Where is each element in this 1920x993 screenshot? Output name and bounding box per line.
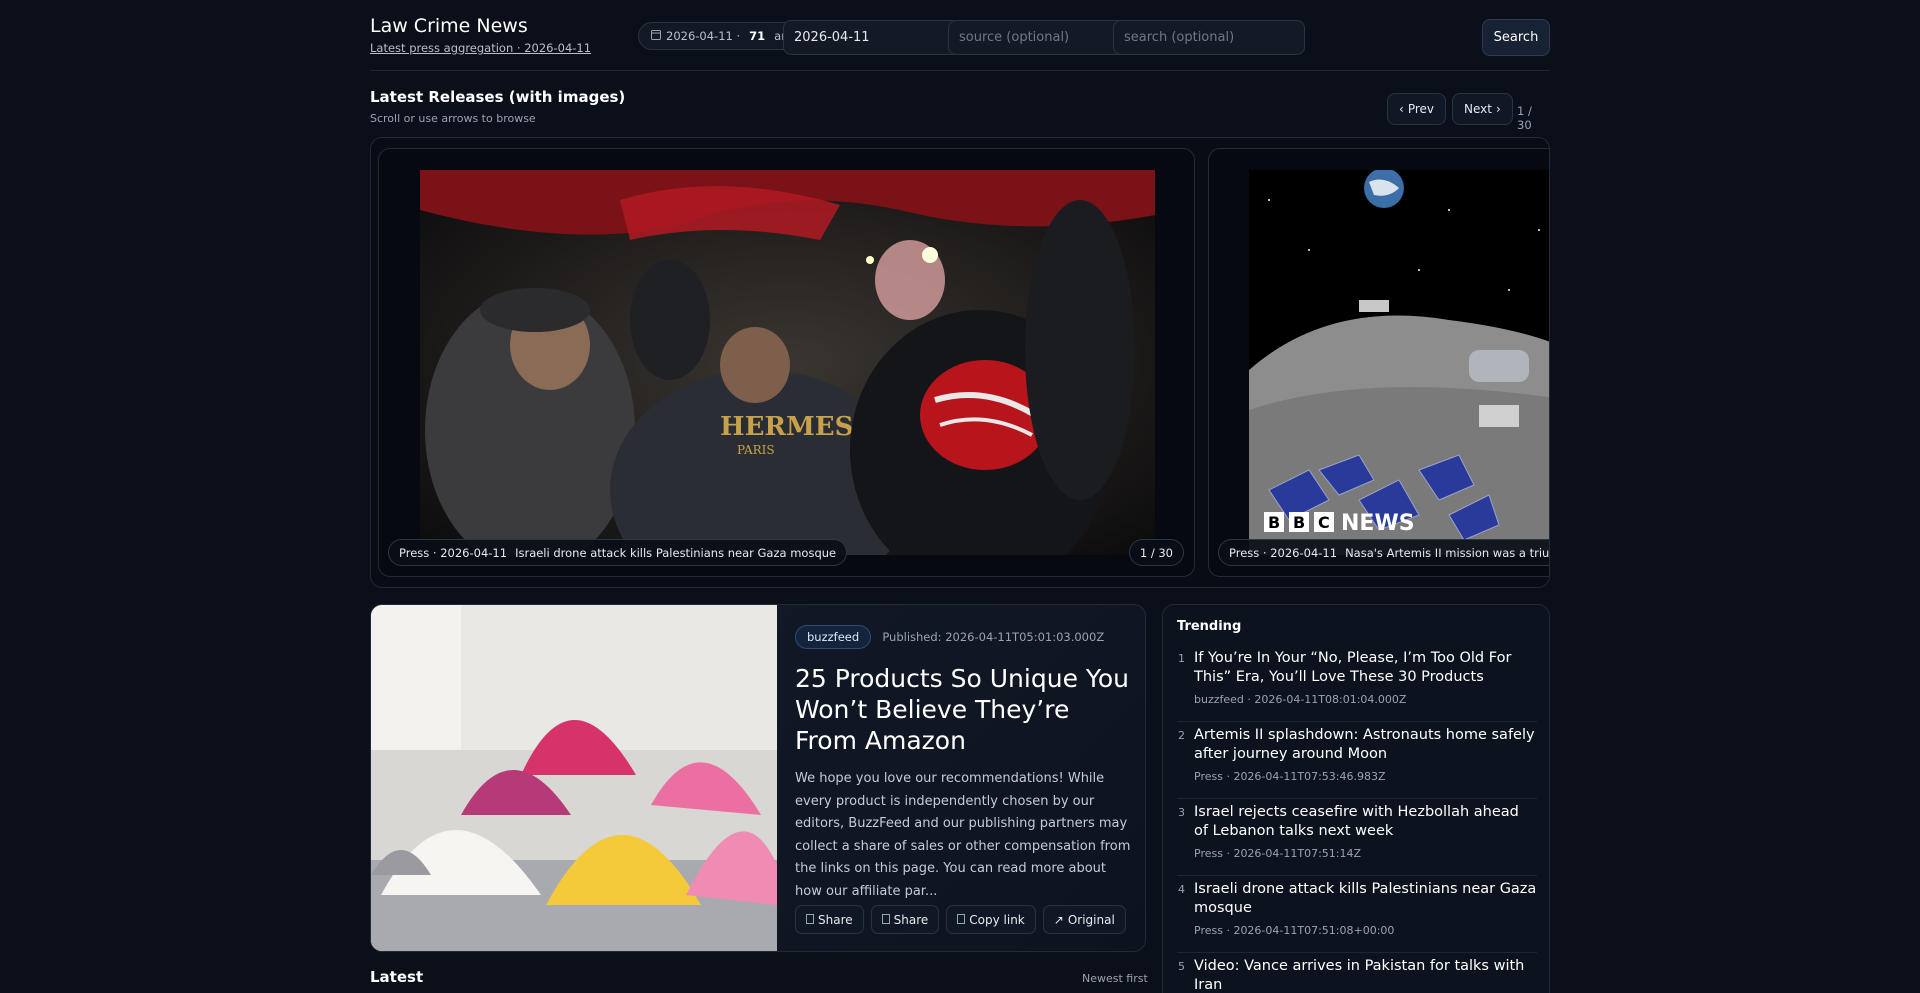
trending-item-meta: Press · 2026-04-11T07:51:08+00:00 <box>1194 924 1395 937</box>
featured-actions: Share Share Copy link ↗ Original <box>795 905 1126 934</box>
trending-item-meta: buzzfeed · 2026-04-11T08:01:04.000Z <box>1194 693 1407 706</box>
trending-item[interactable]: 1 If You’re In Your “No, Please, I’m Too… <box>1177 645 1537 722</box>
header: Law Crime News Latest press aggregation … <box>370 0 1550 71</box>
latest-sort-label[interactable]: Newest first <box>1082 972 1148 985</box>
trending-rank: 1 <box>1178 652 1185 665</box>
prev-button[interactable]: ‹ Prev <box>1387 93 1446 125</box>
trending-item-title[interactable]: Artemis II splashdown: Astronauts home s… <box>1194 726 1537 764</box>
featured-description: We hope you love our recommendations! Wh… <box>795 771 1131 899</box>
trending-item-title[interactable]: If You’re In Your “No, Please, I’m Too O… <box>1194 649 1537 687</box>
slide-title: Nasa's Artemis II mission was a triumph <box>1345 545 1550 560</box>
source-input[interactable] <box>948 20 1140 55</box>
trending-item-title[interactable]: Israeli drone attack kills Palestinians … <box>1194 880 1537 918</box>
trending-rank: 3 <box>1178 806 1185 819</box>
featured-image <box>371 605 777 951</box>
count-date: 2026-04-11 · <box>666 29 741 43</box>
count-number: 71 <box>749 29 766 43</box>
carousel-slide[interactable]: B B C NEWS Press · 2026-04-11 Nasa's Art… <box>1208 148 1550 577</box>
trending-rank: 2 <box>1178 729 1185 742</box>
site-subtitle-link[interactable]: Latest press aggregation · 2026-04-11 <box>370 41 591 55</box>
trending-item[interactable]: 5 Video: Vance arrives in Pakistan for t… <box>1177 953 1537 993</box>
slide-counter: 1 / 30 <box>1128 539 1184 566</box>
svg-text:HERMES: HERMES <box>720 412 853 442</box>
published-date: Published: 2026-04-11T05:01:03.000Z <box>882 630 1105 644</box>
trending-rank: 4 <box>1178 883 1185 896</box>
search-input[interactable] <box>1113 20 1305 55</box>
date-input[interactable] <box>783 20 975 55</box>
share-label: Share <box>818 912 853 927</box>
trending-rank: 5 <box>1178 960 1185 973</box>
latest-title: Latest <box>370 968 424 986</box>
slide-image: HERMES PARIS <box>420 170 1155 555</box>
chevron-left-icon: ‹ <box>1399 102 1404 116</box>
carousel[interactable]: HERMES PARIS Press · 2026-04-11 Israeli … <box>370 137 1550 588</box>
featured-body: buzzfeed Published: 2026-04-11T05:01:03.… <box>795 625 1133 903</box>
calendar-icon <box>651 29 661 43</box>
share-icon <box>806 913 814 927</box>
carousel-subtitle: Scroll or use arrows to browse <box>370 112 536 125</box>
share-button[interactable]: Share <box>795 905 864 934</box>
featured-title[interactable]: 25 Products So Unique You Won’t Believe … <box>795 663 1133 756</box>
link-icon <box>957 913 966 927</box>
carousel-slide[interactable]: HERMES PARIS Press · 2026-04-11 Israeli … <box>378 148 1195 577</box>
original-label: Original <box>1067 912 1115 927</box>
share-label: Share <box>893 912 929 927</box>
share-button-alt[interactable]: Share <box>870 905 940 934</box>
slide-title: Israeli drone attack kills Palestinians … <box>515 545 837 560</box>
original-link-button[interactable]: ↗ Original <box>1042 905 1126 934</box>
trending-list: 1 If You’re In Your “No, Please, I’m Too… <box>1177 645 1537 993</box>
trending-panel: Trending 1 If You’re In Your “No, Please… <box>1162 604 1550 993</box>
chevron-right-icon: › <box>1495 102 1501 116</box>
svg-text:B: B <box>1293 513 1305 532</box>
carousel-title: Latest Releases (with images) <box>370 88 626 106</box>
slide-meta: Press · 2026-04-11 <box>1229 545 1338 560</box>
search-button[interactable]: Search <box>1482 19 1550 56</box>
carousel-pager: 1 / 30 <box>1517 104 1532 132</box>
site-title: Law Crime News <box>370 15 528 37</box>
trending-item[interactable]: 3 Israel rejects ceasefire with Hezbolla… <box>1177 799 1537 876</box>
prev-label: Prev <box>1407 102 1434 116</box>
external-link-icon: ↗ <box>1053 912 1064 927</box>
trending-item[interactable]: 4 Israeli drone attack kills Palestinian… <box>1177 876 1537 953</box>
next-button[interactable]: Next › <box>1452 93 1513 125</box>
copy-link-button[interactable]: Copy link <box>946 905 1036 934</box>
svg-text:PARIS: PARIS <box>737 443 775 457</box>
slide-meta: Press · 2026-04-11 <box>399 545 508 560</box>
slide-caption: Press · 2026-04-11 Nasa's Artemis II mis… <box>1218 539 1550 566</box>
share-icon <box>881 913 890 927</box>
trending-item[interactable]: 2 Artemis II splashdown: Astronauts home… <box>1177 722 1537 799</box>
featured-article[interactable]: buzzfeed Published: 2026-04-11T05:01:03.… <box>370 604 1146 952</box>
trending-item-meta: Press · 2026-04-11T07:51:14Z <box>1194 847 1362 860</box>
svg-text:NEWS: NEWS <box>1341 511 1415 536</box>
slide-caption: Press · 2026-04-11 Israeli drone attack … <box>388 539 848 566</box>
svg-text:C: C <box>1318 513 1330 532</box>
trending-item-meta: Press · 2026-04-11T07:53:46.983Z <box>1194 770 1386 783</box>
trending-item-title[interactable]: Video: Vance arrives in Pakistan for tal… <box>1194 957 1537 993</box>
source-badge[interactable]: buzzfeed <box>795 625 872 649</box>
slide-image: B B C NEWS <box>1249 170 1549 555</box>
trending-title: Trending <box>1177 619 1242 634</box>
next-label: Next <box>1464 102 1492 116</box>
svg-text:B: B <box>1268 513 1280 532</box>
copy-link-label: Copy link <box>969 912 1025 927</box>
trending-item-title[interactable]: Israel rejects ceasefire with Hezbollah … <box>1194 803 1537 841</box>
